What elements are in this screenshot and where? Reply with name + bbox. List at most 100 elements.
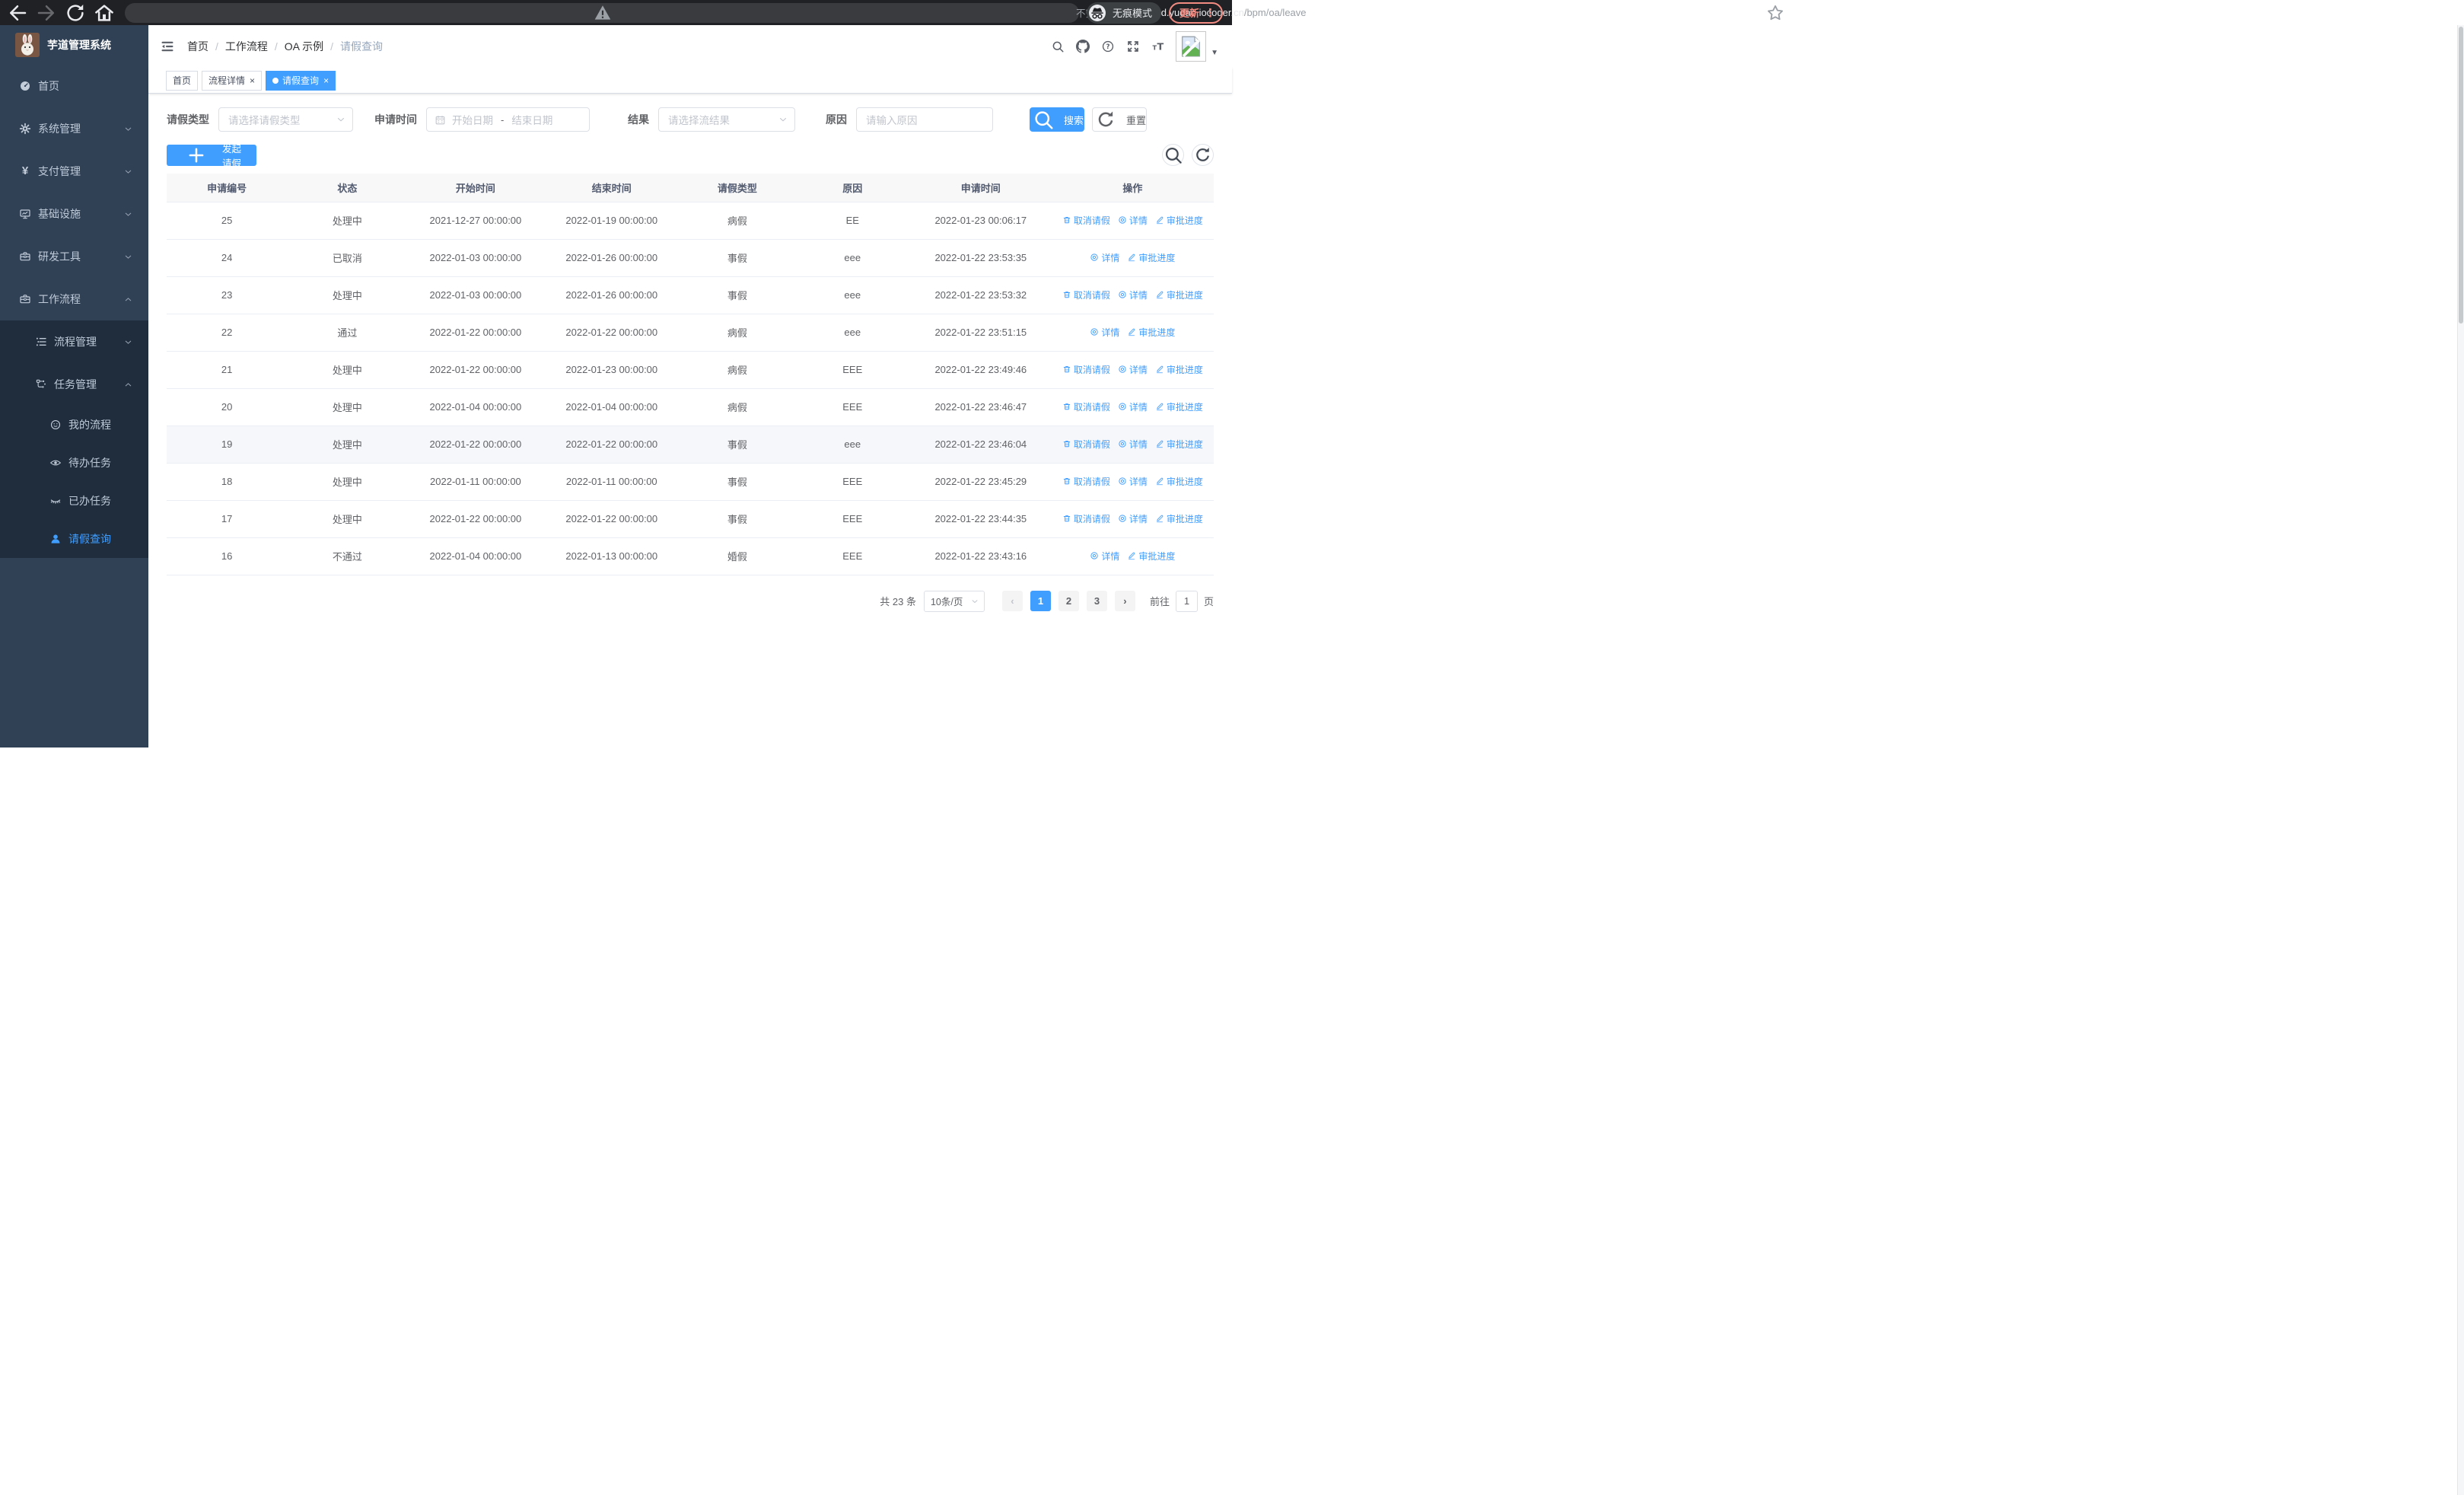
- back-button[interactable]: [6, 2, 29, 24]
- breadcrumb-item[interactable]: 首页: [187, 39, 209, 54]
- app-logo[interactable]: 芋道管理系统: [0, 25, 148, 65]
- font-size-icon[interactable]: TT: [1151, 40, 1165, 53]
- bookmark-star-icon[interactable]: [1307, 3, 2244, 23]
- next-page-button[interactable]: ›: [1114, 591, 1135, 611]
- goto-page-input[interactable]: [1175, 590, 1198, 612]
- breadcrumb-item[interactable]: 工作流程: [225, 39, 268, 54]
- tab-home[interactable]: 首页: [166, 70, 199, 91]
- cell-applied: 2022-01-22 23:44:35: [909, 500, 1052, 538]
- sidebar-item-home[interactable]: 首页: [0, 65, 148, 107]
- create-leave-button[interactable]: 发起请假: [167, 144, 257, 169]
- sidebar-item-devtools[interactable]: 研发工具: [0, 235, 148, 278]
- avatar[interactable]: [1176, 31, 1207, 62]
- cancel-leave-link[interactable]: 取消请假: [1062, 400, 1110, 413]
- help-icon[interactable]: ?: [1101, 40, 1115, 53]
- cancel-leave-link[interactable]: 取消请假: [1062, 512, 1110, 525]
- prev-page-button[interactable]: ‹: [1001, 591, 1023, 611]
- table-row[interactable]: 25 处理中 2021-12-27 00:00:00 2022-01-19 00:00…: [167, 202, 1214, 240]
- address-bar[interactable]: 不安全 dashboard.yudao.iocoder.cn /bpm/oa/l…: [125, 2, 1783, 23]
- approval-progress-link[interactable]: 审批进度: [1127, 326, 1175, 339]
- approval-progress-link[interactable]: 审批进度: [1127, 550, 1175, 563]
- detail-link[interactable]: 详情: [1090, 550, 1119, 563]
- reason-input[interactable]: 请输入原因: [856, 107, 993, 132]
- page-button-2[interactable]: 2: [1058, 591, 1079, 611]
- cancel-leave-link[interactable]: 取消请假: [1062, 288, 1110, 301]
- leave-type-select[interactable]: 请选择请假类型: [218, 107, 353, 132]
- result-select[interactable]: 请选择流结果: [658, 107, 795, 132]
- sidebar-item-todo-tasks[interactable]: 待办任务: [0, 444, 148, 482]
- sidebar-item-leave-query[interactable]: 请假查询: [0, 520, 148, 558]
- search-icon[interactable]: [1051, 40, 1065, 53]
- sidebar-item-payment[interactable]: ¥ 支付管理: [0, 150, 148, 193]
- approval-progress-link[interactable]: 审批进度: [1155, 438, 1203, 451]
- close-icon[interactable]: ×: [250, 76, 255, 85]
- reload-button[interactable]: [64, 2, 87, 24]
- detail-link[interactable]: 详情: [1118, 438, 1148, 451]
- approval-progress-link[interactable]: 审批进度: [1155, 400, 1203, 413]
- page-scrollbar[interactable]: [2457, 25, 2464, 1495]
- approval-progress-link[interactable]: 审批进度: [1127, 251, 1175, 264]
- cancel-leave-link[interactable]: 取消请假: [1062, 214, 1110, 227]
- home-button[interactable]: [93, 2, 116, 24]
- detail-link[interactable]: 详情: [1118, 400, 1148, 413]
- detail-link[interactable]: 详情: [1090, 251, 1119, 264]
- table-row[interactable]: 21 处理中 2022-01-22 00:00:00 2022-01-23 00:00…: [167, 351, 1214, 389]
- cancel-leave-link[interactable]: 取消请假: [1062, 475, 1110, 488]
- cell-status: 处理中: [287, 426, 408, 464]
- table-row[interactable]: 20 处理中 2022-01-04 00:00:00 2022-01-04 00:00…: [167, 388, 1214, 426]
- tab-process-detail[interactable]: 流程详情 ×: [202, 70, 263, 91]
- detail-link[interactable]: 详情: [1118, 363, 1148, 376]
- start-date-input[interactable]: 开始日期: [452, 112, 493, 127]
- sidebar-item-my-process[interactable]: 我的流程: [0, 406, 148, 444]
- reset-button[interactable]: 重置: [1092, 107, 1147, 132]
- table-row[interactable]: 22 通过 2022-01-22 00:00:00 2022-01-22 00:00:…: [167, 314, 1214, 352]
- cell-applied: 2022-01-22 23:46:04: [909, 426, 1052, 464]
- forward-button[interactable]: [35, 2, 58, 24]
- table-row[interactable]: 16 不通过 2022-01-04 00:00:00 2022-01-13 00:00…: [167, 537, 1214, 575]
- refresh-table-button[interactable]: [1192, 144, 1214, 166]
- table-row[interactable]: 18 处理中 2022-01-11 00:00:00 2022-01-11 00:00…: [167, 463, 1214, 501]
- fullscreen-icon[interactable]: [1126, 40, 1140, 53]
- table-row[interactable]: 17 处理中 2022-01-22 00:00:00 2022-01-22 00:00…: [167, 500, 1214, 538]
- scrollbar-thumb[interactable]: [2459, 27, 2463, 324]
- approval-progress-link[interactable]: 审批进度: [1155, 288, 1203, 301]
- detail-link[interactable]: 详情: [1118, 288, 1148, 301]
- approval-progress-link[interactable]: 审批进度: [1155, 475, 1203, 488]
- page-button-1[interactable]: 1: [1030, 591, 1051, 611]
- detail-link[interactable]: 详情: [1118, 475, 1148, 488]
- table-row[interactable]: 19 处理中 2022-01-22 00:00:00 2022-01-22 00:00…: [167, 426, 1214, 464]
- page-button-3[interactable]: 3: [1086, 591, 1107, 611]
- detail-link[interactable]: 详情: [1118, 512, 1148, 525]
- end-date-input[interactable]: 结束日期: [511, 112, 552, 127]
- approval-progress-link[interactable]: 审批进度: [1155, 363, 1203, 376]
- sidebar-item-done-tasks[interactable]: 已办任务: [0, 482, 148, 520]
- browser-menu-icon[interactable]: ⋮: [1205, 6, 1216, 20]
- approval-progress-link[interactable]: 审批进度: [1155, 214, 1203, 227]
- date-range-picker[interactable]: 开始日期 - 结束日期: [426, 107, 590, 132]
- table-row[interactable]: 24 已取消 2022-01-03 00:00:00 2022-01-26 00:00…: [167, 239, 1214, 277]
- sidebar-item-infra[interactable]: 基础设施: [0, 193, 148, 235]
- sidebar-item-system[interactable]: 系统管理: [0, 107, 148, 150]
- breadcrumb-item[interactable]: OA 示例: [285, 39, 323, 54]
- cancel-leave-link[interactable]: 取消请假: [1062, 363, 1110, 376]
- cell-type: 病假: [680, 314, 795, 352]
- cell-end: 2022-01-23 00:00:00: [543, 351, 680, 389]
- search-button[interactable]: 搜索: [1030, 107, 1084, 132]
- approval-progress-link[interactable]: 审批进度: [1155, 512, 1203, 525]
- sidebar-item-process-mgmt[interactable]: 流程管理: [0, 320, 148, 363]
- page-size-select[interactable]: 10条/页: [923, 590, 985, 612]
- sidebar-item-task-mgmt[interactable]: 任务管理: [0, 363, 148, 406]
- update-button[interactable]: 更新 ⋮: [1168, 2, 1223, 24]
- user-menu-caret-icon[interactable]: ▼: [1211, 49, 1218, 57]
- cancel-leave-link[interactable]: 取消请假: [1062, 438, 1110, 451]
- toggle-search-button[interactable]: [1162, 144, 1184, 166]
- table-row[interactable]: 23 处理中 2022-01-03 00:00:00 2022-01-26 00:00…: [167, 276, 1214, 314]
- detail-link[interactable]: 详情: [1118, 214, 1148, 227]
- sidebar-item-workflow[interactable]: 工作流程: [0, 278, 148, 320]
- close-icon[interactable]: ×: [323, 76, 329, 85]
- detail-link[interactable]: 详情: [1090, 326, 1119, 339]
- cell-applied: 2022-01-22 23:43:16: [909, 537, 1052, 575]
- tab-leave-query[interactable]: 请假查询 ×: [266, 70, 336, 91]
- sidebar-collapse-button[interactable]: [160, 39, 175, 54]
- github-icon[interactable]: [1076, 40, 1090, 53]
